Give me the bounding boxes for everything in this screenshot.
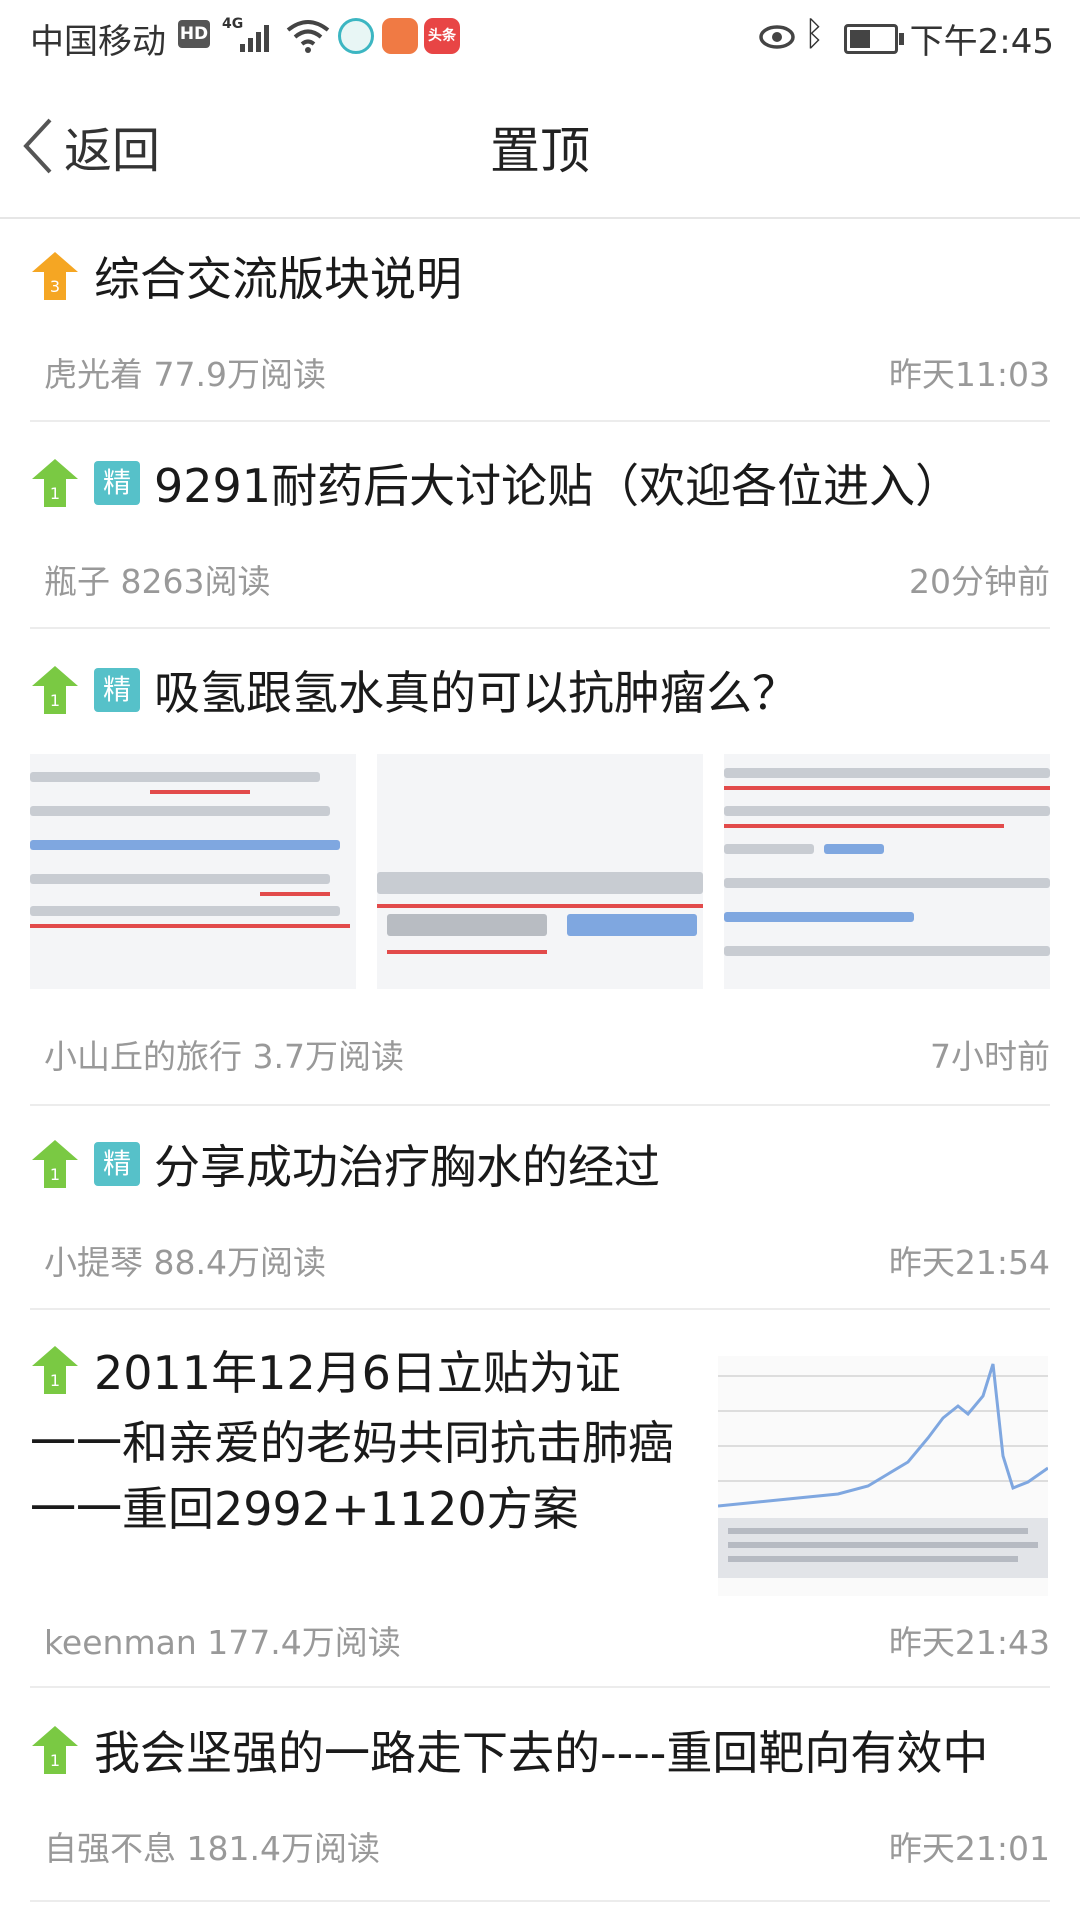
svg-text:3: 3 bbox=[50, 277, 60, 296]
post-time: 昨天21:01 bbox=[888, 1829, 1050, 1868]
post-title: 分享成功治疗胸水的经过 bbox=[154, 1140, 660, 1194]
bluetooth-icon: ᛒ bbox=[804, 14, 825, 54]
feather-app-icon bbox=[382, 18, 418, 54]
post-time: 昨天21:54 bbox=[888, 1243, 1050, 1282]
post-title-line: 一一和亲爱的老妈共同抗击肺癌 bbox=[30, 1416, 674, 1470]
post-thumbnails bbox=[30, 754, 1050, 989]
post-title: 吸氢跟氢水真的可以抗肿瘤么？ bbox=[154, 666, 798, 720]
post-item[interactable]: 1 精 9291耐药后大讨论贴（欢迎各位进入） 瓶子 8263阅读 20分钟前 bbox=[30, 443, 1050, 629]
pin-top-icon: 1 bbox=[32, 1726, 78, 1774]
pin-top-icon: 1 bbox=[32, 1140, 78, 1188]
battery-icon bbox=[844, 24, 904, 54]
pin-top-icon: 3 bbox=[32, 252, 78, 300]
wifi-icon bbox=[286, 20, 330, 53]
post-author-reads: 瓶子 8263阅读 bbox=[44, 562, 271, 601]
eye-icon bbox=[759, 25, 795, 49]
post-title: 我会坚强的一路走下去的----重回靶向有效中 bbox=[94, 1726, 989, 1780]
post-author-reads: 小提琴 88.4万阅读 bbox=[44, 1243, 326, 1282]
signal-icon bbox=[240, 22, 276, 52]
post-thumbnail bbox=[724, 754, 1050, 989]
post-title-line: 一一重回2992+1120方案 bbox=[30, 1482, 579, 1536]
post-author-reads: 自强不息 181.4万阅读 bbox=[44, 1829, 380, 1868]
svg-text:1: 1 bbox=[50, 1165, 60, 1184]
nav-bar: 返回 置顶 bbox=[0, 75, 1080, 219]
essence-tag: 精 bbox=[94, 668, 140, 712]
post-title-line: 2011年12月6日立贴为证 bbox=[94, 1346, 621, 1400]
post-time: 昨天21:43 bbox=[888, 1623, 1050, 1662]
post-author-reads: 虎光着 77.9万阅读 bbox=[44, 355, 326, 394]
svg-text:1: 1 bbox=[50, 691, 60, 710]
post-item[interactable]: 3 综合交流版块说明 虎光着 77.9万阅读 昨天11:03 bbox=[30, 236, 1050, 422]
clock: 下午2:45 bbox=[909, 22, 1054, 62]
essence-tag: 精 bbox=[94, 1142, 140, 1186]
pin-top-icon: 1 bbox=[32, 459, 78, 507]
post-thumbnail bbox=[377, 754, 703, 989]
post-thumbnail bbox=[30, 754, 356, 989]
status-bar: 中国移动 HD 4G 头条 ᛒ 下午2:45 bbox=[0, 0, 1080, 75]
post-title: 综合交流版块说明 bbox=[94, 252, 462, 306]
svg-text:1: 1 bbox=[50, 484, 60, 503]
carrier-label: 中国移动 bbox=[30, 22, 166, 62]
post-author-reads: keenman 177.4万阅读 bbox=[44, 1623, 401, 1662]
post-item[interactable]: 1 精 吸氢跟氢水真的可以抗肿瘤么？ 小山丘的旅行 3.7万阅读 7小时前 bbox=[30, 650, 1050, 1106]
essence-tag: 精 bbox=[94, 461, 140, 505]
post-time: 昨天11:03 bbox=[888, 355, 1050, 394]
pin-top-icon: 1 bbox=[32, 1346, 78, 1394]
post-thumbnail bbox=[718, 1356, 1048, 1596]
post-item[interactable]: 1 2011年12月6日立贴为证 一一和亲爱的老妈共同抗击肺癌 一一重回2992… bbox=[30, 1330, 1050, 1688]
post-time: 7小时前 bbox=[930, 1037, 1050, 1076]
post-title: 9291耐药后大讨论贴（欢迎各位进入） bbox=[154, 459, 962, 513]
page-title: 置顶 bbox=[490, 122, 590, 180]
svg-text:1: 1 bbox=[50, 1751, 60, 1770]
post-item[interactable]: 1 我会坚强的一路走下去的----重回靶向有效中 自强不息 181.4万阅读 昨… bbox=[30, 1710, 1050, 1902]
toutiao-app-icon: 头条 bbox=[424, 18, 460, 54]
chat-app-icon bbox=[338, 18, 374, 54]
post-title: 1 2011年12月6日立贴为证 一一和亲爱的老妈共同抗击肺癌 一一重回2992… bbox=[30, 1330, 690, 1542]
hd-badge: HD bbox=[178, 20, 210, 48]
pin-top-icon: 1 bbox=[32, 666, 78, 714]
post-author-reads: 小山丘的旅行 3.7万阅读 bbox=[44, 1037, 404, 1076]
svg-text:1: 1 bbox=[50, 1371, 60, 1390]
post-time: 20分钟前 bbox=[909, 562, 1050, 601]
post-item[interactable]: 1 精 分享成功治疗胸水的经过 小提琴 88.4万阅读 昨天21:54 bbox=[30, 1124, 1050, 1310]
